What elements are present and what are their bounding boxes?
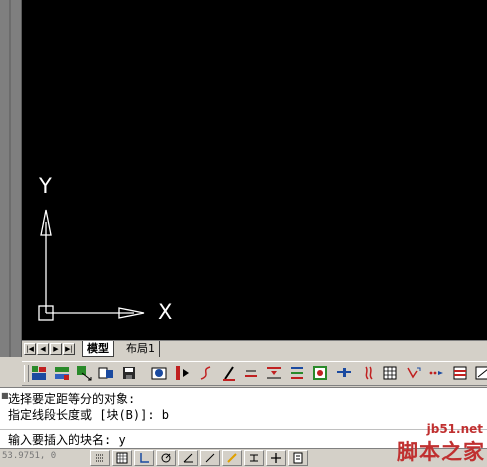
save-layer-icon[interactable] [97,364,115,382]
align-icon[interactable] [265,364,283,382]
ucs-icon [38,209,145,321]
watermark-name: 脚本之家 [397,439,485,464]
dots-icon[interactable] [427,364,445,382]
first-tab-button[interactable]: |◀ [24,343,36,355]
list-icon[interactable] [288,364,306,382]
modify-toolbar [22,361,487,386]
command-history-line-2: 指定线段长度或 [块(B)]: b [8,408,170,422]
watermark-url: jb51.net [426,422,483,436]
faucet-icon[interactable] [335,364,353,382]
ortho-icon[interactable] [134,450,154,466]
dim-text-icon[interactable] [242,364,260,382]
prev-tab-button[interactable]: ◀ [37,343,49,355]
rectangle-icon[interactable] [311,364,329,382]
snap-icon[interactable] [90,450,110,466]
curve-icon[interactable] [197,364,215,382]
watermark: jb51.net 脚本之家 [372,422,487,466]
command-history-line-1: 选择要定距等分的对象: [8,392,136,406]
osnap-icon[interactable] [178,450,198,466]
grid-icon[interactable] [381,364,399,382]
last-tab-button[interactable]: ▶| [63,343,75,355]
pen-icon[interactable] [220,364,238,382]
left-scroll-strip [0,0,22,357]
stack-icon[interactable] [451,364,469,382]
calculator-icon[interactable] [288,450,308,466]
otrack-icon[interactable] [200,450,220,466]
command-input[interactable]: 输入要插入的块名: y [8,433,126,447]
tab-model[interactable]: 模型 [82,341,114,357]
save-icon[interactable] [120,364,138,382]
layer-states-icon[interactable] [53,364,71,382]
toolbar-grip[interactable] [24,365,29,382]
tab-layout1[interactable]: 布局1 [122,341,160,357]
coordinate-readout: 53.9751, 0 [2,451,57,461]
polar-icon[interactable] [156,450,176,466]
ucs-y-label: Y [39,174,52,198]
arrow-icon[interactable] [474,364,487,382]
lineweight-icon[interactable] [222,450,242,466]
camera-icon[interactable] [150,364,168,382]
match-layer-icon[interactable] [75,364,93,382]
drawing-canvas[interactable]: Y X [22,0,487,340]
grid-icon[interactable] [112,450,132,466]
layout-tab-bar: |◀ ◀ ▶ ▶| 模型 布局1 [22,340,487,358]
crosshair-icon[interactable] [266,450,286,466]
wave-icon[interactable] [359,364,377,382]
mirror-icon[interactable] [174,364,192,382]
move-icon[interactable] [404,364,422,382]
model-icon[interactable] [244,450,264,466]
ucs-x-label: X [158,300,173,324]
next-tab-button[interactable]: ▶ [50,343,62,355]
layer-icon[interactable] [30,364,48,382]
